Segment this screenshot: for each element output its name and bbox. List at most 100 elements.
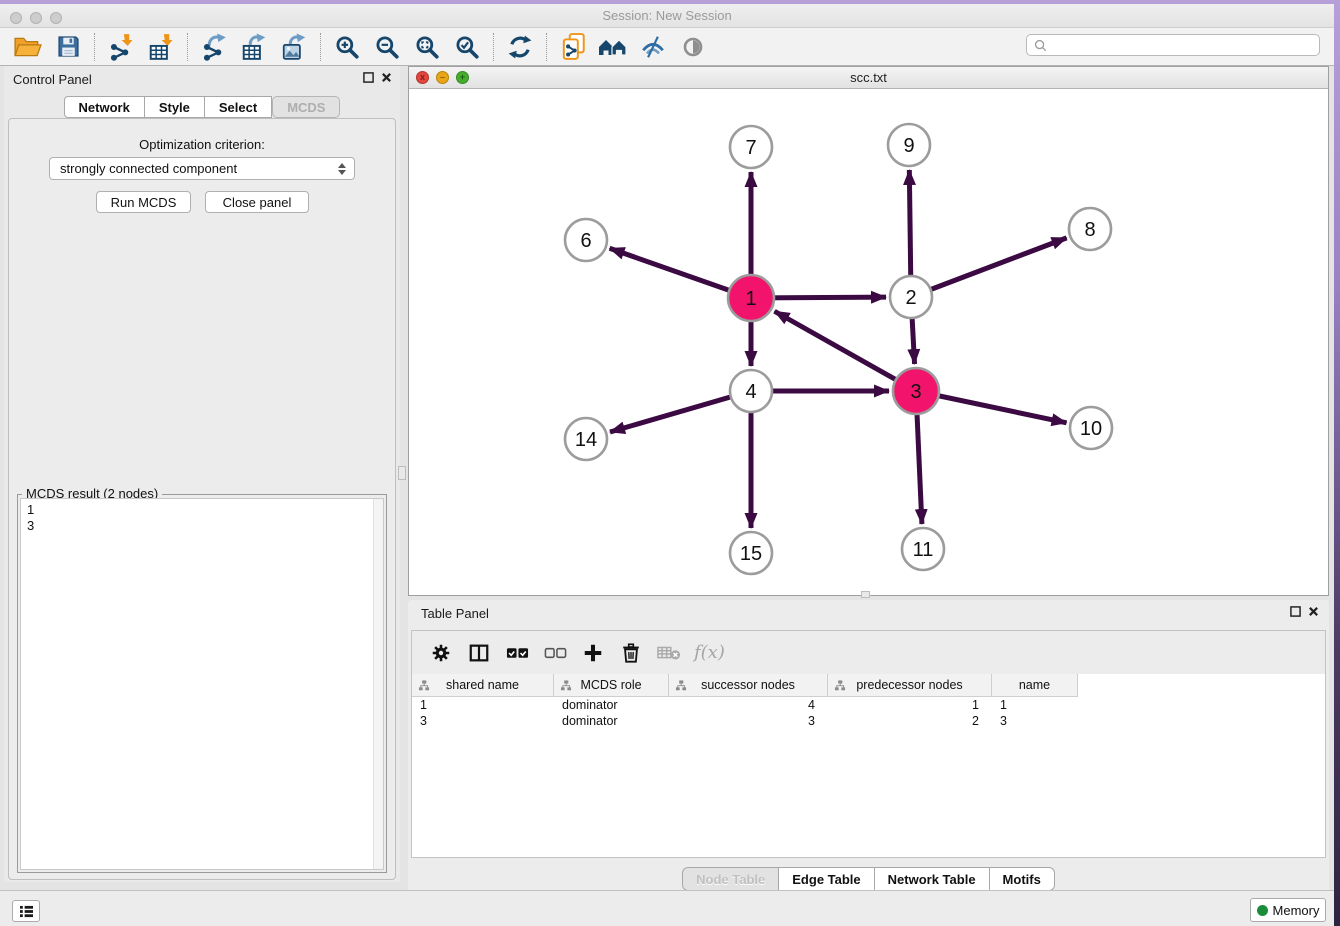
table-cell[interactable]: 2 <box>828 713 992 729</box>
table-cell[interactable]: 3 <box>412 713 554 729</box>
table-panel-title: Table Panel <box>421 606 489 621</box>
svg-text:8: 8 <box>1084 219 1095 241</box>
tab-motifs[interactable]: Motifs <box>990 867 1055 891</box>
tab-mcds[interactable]: MCDS <box>272 96 340 118</box>
zoom-in-icon[interactable] <box>330 31 364 63</box>
tab-edge-table[interactable]: Edge Table <box>779 867 874 891</box>
graph-node-7[interactable]: 7 <box>730 126 772 168</box>
svg-text:7: 7 <box>745 137 756 159</box>
table-panel-tabs: Node TableEdge TableNetwork TableMotifs <box>408 867 1329 891</box>
table-cell[interactable]: 3 <box>669 713 828 729</box>
deselect-all-columns-icon[interactable] <box>540 638 570 668</box>
graph-node-3[interactable]: 3 <box>893 368 939 414</box>
table-cell[interactable]: 3 <box>992 713 1078 729</box>
toggle-panel-icon[interactable] <box>464 638 494 668</box>
column-type-icon <box>675 680 687 694</box>
save-session-icon[interactable] <box>51 31 85 63</box>
vertical-split-handle[interactable] <box>398 466 406 480</box>
float-table-panel-icon[interactable] <box>1290 606 1301 617</box>
close-panel-icon[interactable] <box>381 72 392 83</box>
float-panel-icon[interactable] <box>363 72 374 83</box>
svg-text:15: 15 <box>740 543 762 565</box>
first-neighbors-icon[interactable] <box>596 31 630 63</box>
graph-node-15[interactable]: 15 <box>730 532 772 574</box>
table-row[interactable]: 3dominator323 <box>412 713 1325 729</box>
close-table-panel-icon[interactable] <box>1308 606 1319 617</box>
table-cell[interactable]: 4 <box>669 697 828 713</box>
column-header-MCDS-role[interactable]: MCDS role <box>554 674 669 697</box>
edge-2-8[interactable] <box>911 238 1067 297</box>
graph-node-4[interactable]: 4 <box>730 370 772 412</box>
column-header-predecessor-nodes[interactable]: predecessor nodes <box>828 674 992 697</box>
svg-text:3: 3 <box>910 381 921 403</box>
table-cell[interactable]: dominator <box>554 697 669 713</box>
select-all-columns-icon[interactable] <box>502 638 532 668</box>
graph-node-1[interactable]: 1 <box>728 275 774 321</box>
graph-node-6[interactable]: 6 <box>565 219 607 261</box>
criterion-value: strongly connected component <box>60 161 237 176</box>
table-cell[interactable]: dominator <box>554 713 669 729</box>
hide-selected-icon[interactable] <box>636 31 670 63</box>
tab-select[interactable]: Select <box>205 96 272 118</box>
table-cell[interactable]: 1 <box>992 697 1078 713</box>
tab-style[interactable]: Style <box>145 96 205 118</box>
zoom-fit-icon[interactable] <box>410 31 444 63</box>
graph-node-10[interactable]: 10 <box>1070 407 1112 449</box>
tab-node-table[interactable]: Node Table <box>682 867 779 891</box>
graph-node-11[interactable]: 11 <box>902 528 944 570</box>
table-cell[interactable]: 1 <box>828 697 992 713</box>
export-network-icon[interactable] <box>197 31 231 63</box>
add-column-icon[interactable] <box>578 638 608 668</box>
column-header-shared-name[interactable]: shared name <box>412 674 554 697</box>
search-input[interactable] <box>1051 36 1319 54</box>
network-canvas[interactable]: 7 9 6 8 1 2 4 3 14 10 15 11 <box>409 89 1328 595</box>
tab-network-table[interactable]: Network Table <box>875 867 990 891</box>
settings-icon[interactable] <box>426 638 456 668</box>
edge-3-1[interactable] <box>775 311 916 391</box>
memory-status-icon <box>1257 905 1268 916</box>
export-table-icon[interactable] <box>237 31 271 63</box>
close-panel-button[interactable]: Close panel <box>205 191 309 213</box>
optimization-criterion-select[interactable]: strongly connected component <box>49 157 355 180</box>
column-header-successor-nodes[interactable]: successor nodes <box>669 674 828 697</box>
table-row[interactable]: 1dominator411 <box>412 697 1325 713</box>
refresh-view-icon[interactable] <box>503 31 537 63</box>
control-panel-tabs: NetworkStyleSelectMCDS <box>4 96 400 118</box>
show-hidden-icon[interactable] <box>676 31 710 63</box>
column-type-icon <box>560 680 572 694</box>
svg-text:2: 2 <box>905 287 916 309</box>
graph-node-2[interactable]: 2 <box>890 276 932 318</box>
network-view-window: x – + scc.txt 7968124314101511 <box>408 66 1329 596</box>
import-network-icon[interactable] <box>104 31 138 63</box>
svg-text:10: 10 <box>1080 418 1102 440</box>
toolbar-separator <box>320 33 321 61</box>
control-panel: Control Panel NetworkStyleSelectMCDS Opt… <box>4 66 400 882</box>
memory-label: Memory <box>1273 903 1320 918</box>
zoom-out-icon[interactable] <box>370 31 404 63</box>
horizontal-split-handle[interactable] <box>861 591 870 598</box>
table-cell[interactable]: 1 <box>412 697 554 713</box>
result-scrollbar[interactable] <box>373 499 383 869</box>
column-header-name[interactable]: name <box>992 674 1078 697</box>
table-toolbar: f(x) <box>412 631 1325 674</box>
toolbar-separator <box>546 33 547 61</box>
app-window: Session: New Session Control Panel <box>0 4 1334 926</box>
graph-node-9[interactable]: 9 <box>888 124 930 166</box>
clone-network-view-icon[interactable] <box>556 31 590 63</box>
graph-node-8[interactable]: 8 <box>1069 208 1111 250</box>
import-table-icon[interactable] <box>144 31 178 63</box>
zoom-selected-icon[interactable] <box>450 31 484 63</box>
table-panel-header: Table Panel <box>408 600 1329 626</box>
task-history-button[interactable] <box>12 900 40 922</box>
tab-network[interactable]: Network <box>64 96 145 118</box>
memory-button[interactable]: Memory <box>1250 898 1326 922</box>
open-file-icon[interactable] <box>11 31 45 63</box>
run-mcds-button[interactable]: Run MCDS <box>96 191 191 213</box>
mcds-result-text[interactable]: 13 <box>20 498 384 870</box>
delete-columns-icon[interactable] <box>616 638 646 668</box>
graph-node-14[interactable]: 14 <box>565 418 607 460</box>
export-image-icon[interactable] <box>277 31 311 63</box>
svg-text:6: 6 <box>580 230 591 252</box>
network-graph[interactable]: 7 9 6 8 1 2 4 3 14 10 15 11 <box>409 89 1328 595</box>
network-view-title: scc.txt <box>409 70 1328 85</box>
